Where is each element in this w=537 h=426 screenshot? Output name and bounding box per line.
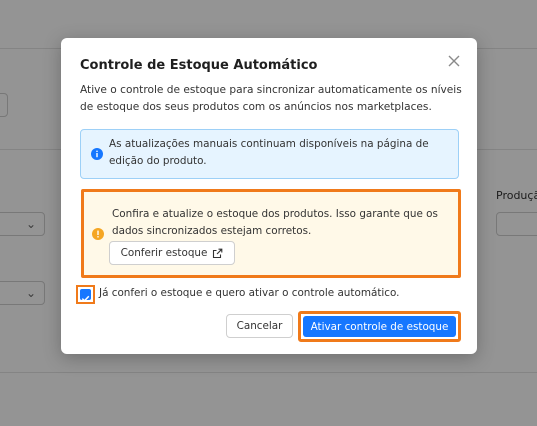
- check-stock-button[interactable]: Conferir estoque: [109, 241, 235, 265]
- activate-stock-control-button[interactable]: Ativar controle de estoque: [303, 316, 456, 337]
- warning-icon: [92, 228, 104, 240]
- modal-title: Controle de Estoque Automático: [80, 58, 318, 73]
- check-icon: [81, 295, 90, 302]
- info-alert: As atualizações manuais continuam dispon…: [80, 129, 459, 179]
- confirm-checkbox-label[interactable]: Já conferi o estoque e quero ativar o co…: [99, 287, 399, 299]
- close-icon: [448, 55, 460, 67]
- modal-description: Ative o controle de estoque para sincron…: [80, 84, 462, 113]
- cancel-button[interactable]: Cancelar: [226, 314, 293, 338]
- info-icon: [91, 148, 103, 160]
- activate-button-highlight: Ativar controle de estoque: [298, 311, 461, 342]
- checkbox-checked: [80, 289, 91, 302]
- confirm-checkbox[interactable]: [76, 285, 95, 304]
- warning-alert: Confira e atualize o estoque dos produto…: [81, 189, 461, 278]
- warning-alert-text: Confira e atualize o estoque dos produto…: [112, 208, 438, 237]
- close-button[interactable]: [445, 52, 463, 70]
- check-stock-label: Conferir estoque: [120, 247, 208, 259]
- stock-control-modal: Controle de Estoque Automático Ative o c…: [61, 38, 477, 354]
- external-link-icon: [213, 248, 223, 258]
- info-alert-text: As atualizações manuais continuam dispon…: [109, 138, 429, 167]
